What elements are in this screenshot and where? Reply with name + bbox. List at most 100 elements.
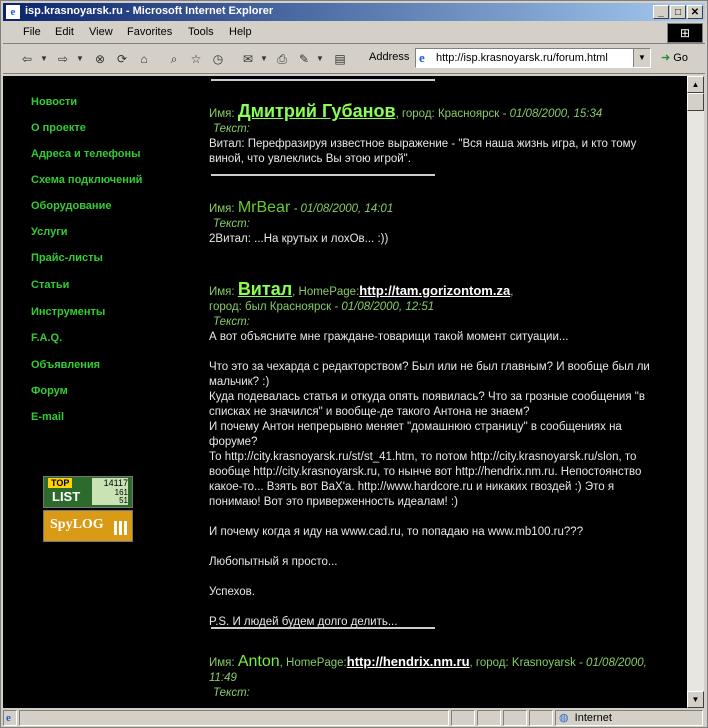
post-line: И почему когда я иду на www.cad.ru, то п… [209,526,584,538]
menu-tools[interactable]: Tools [188,26,214,38]
zone-label: Internet [574,712,612,724]
text-label: Текст: [213,123,250,135]
menu-edit[interactable]: Edit [55,26,74,38]
favorites-icon[interactable]: ☆ [187,50,205,68]
back-dropdown-icon[interactable]: ▼ [39,50,49,68]
address-dropdown-icon[interactable]: ▼ [633,49,650,67]
forum-post: Имя: Anton, HomePage:http://hendrix.nm.r… [209,654,659,701]
divider [211,79,435,81]
post-line-blank [209,570,659,585]
name-label: Имя: [209,657,235,669]
globe-icon: ◍ [559,712,569,724]
author-city: Красноярск [437,108,500,120]
nav-news[interactable]: Новости [31,96,77,108]
go-arrow-icon: ➜ [661,52,671,64]
status-panel [451,710,475,726]
author-name: MrBear [237,199,291,216]
menu-favorites[interactable]: Favorites [127,26,172,38]
homepage-link[interactable]: http://tam.gorizontom.za [359,283,510,298]
post-line: Что это за чехарда с редакторством? Был … [209,361,650,388]
scroll-thumb[interactable] [687,93,704,111]
divider [211,174,435,176]
forward-dropdown-icon[interactable]: ▼ [75,50,85,68]
nav-prices[interactable]: Прайс-листы [31,252,103,264]
status-panel [503,710,527,726]
mail-icon[interactable]: ✉ [239,50,257,68]
go-label: Go [673,52,688,64]
author-name[interactable]: Витал [238,279,292,299]
author-name[interactable]: Дмитрий Губанов [238,101,396,121]
menu-bar: File Edit View Favorites Tools Help [3,23,705,44]
toplist-count-3: 51 [92,496,128,505]
stop-icon[interactable]: ⊗ [91,50,109,68]
nav-addresses[interactable]: Адреса и телефоны [31,148,141,160]
menu-view[interactable]: View [89,26,113,38]
edit-dropdown-icon[interactable]: ▼ [315,50,325,68]
print-icon[interactable]: ⎙ [273,50,291,68]
scroll-down-icon[interactable]: ▼ [687,691,704,708]
post-line: Любопытный я просто... [209,556,338,568]
nav-articles[interactable]: Статьи [31,279,69,291]
spylog-banner[interactable]: SpyLOG [43,510,133,542]
post-text: Витал: Перефразируя известное выражение … [209,138,637,165]
post-line: Успехов. [209,586,255,598]
city-label: город: [209,301,242,313]
scroll-up-icon[interactable]: ▲ [687,76,704,93]
maximize-button[interactable]: □ [670,5,686,19]
post-line-blank [209,510,659,525]
post-line: То http://city.krasnoyarsk.ru/st/st_41.h… [209,451,642,508]
nav-equipment[interactable]: Оборудование [31,200,111,212]
menu-file[interactable]: File [23,26,41,38]
history-icon[interactable]: ◷ [209,50,227,68]
post-date: - 01/08/2000, 14:01 [293,203,394,215]
homepage-link[interactable]: http://hendrix.nm.ru [347,654,470,669]
toplist-banner[interactable]: TOP LIST 14117 161 51 [43,476,133,508]
nav-faq[interactable]: F.A.Q. [31,332,62,344]
post-text: 2Витал: ...На крутых и лохОв... :)) [209,233,389,245]
forum-post: Имя: Витал, HomePage:http://tam.gorizont… [209,279,659,630]
address-bar[interactable]: e http://isp.krasnoyarsk.ru/forum.html ▼ [415,48,651,68]
post-date: - 01/08/2000, 12:51 [334,301,435,313]
nav-tools[interactable]: Инструменты [31,306,105,318]
discuss-icon[interactable]: ▤ [331,50,349,68]
post-date: - 01/08/2000, 15:34 [502,108,603,120]
address-url[interactable]: http://isp.krasnoyarsk.ru/forum.html [436,52,608,64]
go-button[interactable]: ➜ Go [661,51,688,64]
nav-about[interactable]: О проекте [31,122,86,134]
author-name: Anton [237,653,280,670]
close-button[interactable]: ✕ [687,5,703,19]
nav-email[interactable]: E-mail [31,411,64,423]
toplist-list: LIST [52,489,81,504]
divider [211,627,435,629]
name-label: Имя: [209,203,235,215]
search-icon[interactable]: ⌕ [165,50,183,68]
spylog-bars-icon [114,521,128,535]
status-zone: ◍ Internet [555,710,703,726]
text-label: Текст: [213,218,250,230]
nav-ads[interactable]: Объявления [31,359,100,371]
city-label: , город: [395,108,435,120]
forum-post: Имя: Дмитрий Губанов, город: Красноярск … [209,101,659,167]
nav-services[interactable]: Услуги [31,226,68,238]
name-label: Имя: [209,286,235,298]
menu-help[interactable]: Help [229,26,252,38]
post-line: А вот объясните мне граждане-товарищи та… [209,331,569,343]
homepage-label: , HomePage: [292,286,360,298]
text-label: Текст: [213,687,250,699]
mail-dropdown-icon[interactable]: ▼ [259,50,269,68]
vertical-scrollbar[interactable]: ▲ ▼ [687,76,704,708]
forum-post: Имя: MrBear - 01/08/2000, 14:01 Текст: 2… [209,200,659,247]
home-icon[interactable]: ⌂ [135,50,153,68]
post-line-blank [209,600,659,615]
forward-arrow-icon[interactable]: ⇨ [53,50,73,68]
nav-schema[interactable]: Схема подключений [31,174,142,186]
spylog-label: SpyLOG [50,517,104,532]
ie-app-icon: e [6,5,20,19]
back-arrow-icon[interactable]: ⇦ [17,50,37,68]
edit-icon[interactable]: ✎ [295,50,313,68]
windows-logo-icon: ⊞ [667,23,703,43]
page-icon: e [419,50,425,65]
minimize-button[interactable]: _ [653,5,669,19]
nav-forum[interactable]: Форум [31,385,68,397]
refresh-icon[interactable]: ⟳ [113,50,131,68]
